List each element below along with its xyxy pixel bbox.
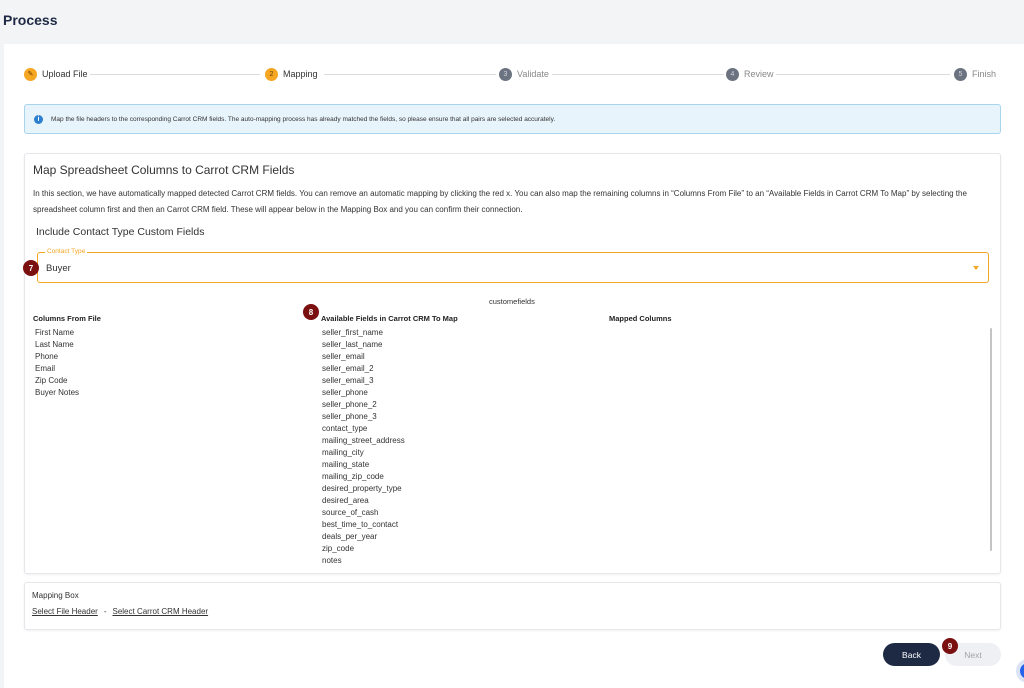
crm-field-item[interactable]: seller_email_2 <box>322 363 405 375</box>
file-column-item[interactable]: Last Name <box>35 339 79 351</box>
columns-from-file-list: First Name Last Name Phone Email Zip Cod… <box>35 327 79 399</box>
fields-scrollbar[interactable] <box>990 328 992 551</box>
crm-field-item[interactable]: deals_per_year <box>322 531 405 543</box>
contact-type-label: Contact Type <box>45 248 88 255</box>
map-columns-card: Map Spreadsheet Columns to Carrot CRM Fi… <box>23 153 1001 574</box>
file-column-item[interactable]: Zip Code <box>35 375 79 387</box>
crm-field-item[interactable]: seller_phone <box>322 387 405 399</box>
step-connector <box>776 74 950 75</box>
crm-field-item[interactable]: mailing_zip_code <box>322 471 405 483</box>
info-banner: i Map the file headers to the correspond… <box>24 104 1001 134</box>
step-number: 5 <box>954 67 967 81</box>
crm-field-item[interactable]: seller_phone_3 <box>322 411 405 423</box>
step-validate[interactable]: 3 Validate <box>499 67 549 81</box>
crm-field-item[interactable]: mailing_city <box>322 447 405 459</box>
info-icon: i <box>34 114 43 124</box>
crm-field-item[interactable]: source_of_cash <box>322 507 405 519</box>
file-column-item[interactable]: Buyer Notes <box>35 387 79 399</box>
crm-field-item[interactable]: contact_type <box>322 423 405 435</box>
crm-field-item[interactable]: desired_property_type <box>322 483 405 495</box>
crm-field-item[interactable]: notes <box>322 555 405 567</box>
step-mapping[interactable]: 2 Mapping <box>265 67 318 81</box>
contact-type-select[interactable]: Contact Type Buyer <box>37 248 989 283</box>
file-column-item[interactable]: First Name <box>35 327 79 339</box>
step-review[interactable]: 4 Review <box>726 67 774 81</box>
mapped-columns-header: Mapped Columns <box>609 314 672 323</box>
step-label: Review <box>744 69 774 79</box>
file-column-item[interactable]: Email <box>35 363 79 375</box>
custom-fields-label: customefields <box>489 297 535 306</box>
step-label: Finish <box>972 69 997 79</box>
crm-field-item[interactable]: best_time_to_contact <box>322 519 405 531</box>
crm-field-item[interactable]: zip_code <box>322 543 405 555</box>
chat-launcher-icon[interactable] <box>1016 659 1024 683</box>
step-connector <box>324 74 496 75</box>
callout-badge-8: 8 <box>303 304 319 320</box>
step-connector <box>552 74 724 75</box>
crm-field-item[interactable]: seller_first_name <box>322 327 405 339</box>
mapping-separator: - <box>103 607 107 616</box>
available-fields-header: Available Fields in Carrot CRM To Map <box>321 314 458 323</box>
select-crm-header-link[interactable]: Select Carrot CRM Header <box>112 607 208 616</box>
step-label: Validate <box>517 69 549 79</box>
section-title: Map Spreadsheet Columns to Carrot CRM Fi… <box>33 163 295 177</box>
step-number: 2 <box>265 67 278 81</box>
file-column-item[interactable]: Phone <box>35 351 79 363</box>
step-number: 4 <box>726 67 739 81</box>
crm-field-item[interactable]: seller_last_name <box>322 339 405 351</box>
back-button[interactable]: Back <box>883 643 940 666</box>
page-title: Process <box>3 12 58 28</box>
contact-type-value: Buyer <box>46 263 71 274</box>
pencil-icon: ✎ <box>24 67 37 81</box>
step-label: Mapping <box>283 69 318 79</box>
step-label: Upload File <box>42 69 88 79</box>
mapping-box: Mapping Box Select File Header - Select … <box>24 582 1001 630</box>
caret-down-icon <box>973 266 979 270</box>
mapping-row: Select File Header - Select Carrot CRM H… <box>32 607 208 616</box>
step-number: 3 <box>499 67 512 81</box>
include-custom-fields-title: Include Contact Type Custom Fields <box>36 226 205 238</box>
select-file-header-link[interactable]: Select File Header <box>32 607 98 616</box>
main-panel: ✎ Upload File 2 Mapping 3 Validate 4 Rev… <box>4 44 1024 688</box>
callout-badge-7: 7 <box>23 260 39 276</box>
crm-field-item[interactable]: mailing_state <box>322 459 405 471</box>
crm-field-item[interactable]: desired_area <box>322 495 405 507</box>
step-connector <box>90 74 260 75</box>
section-description: In this section, we have automatically m… <box>33 189 967 214</box>
crm-field-item[interactable]: mailing_street_address <box>322 435 405 447</box>
step-upload-file[interactable]: ✎ Upload File <box>24 67 88 81</box>
available-fields-list: seller_first_name seller_last_name selle… <box>322 327 405 567</box>
columns-from-file-header: Columns From File <box>33 314 101 323</box>
page-header: Process <box>0 0 1024 44</box>
crm-field-item[interactable]: seller_email <box>322 351 405 363</box>
step-finish[interactable]: 5 Finish <box>954 67 996 81</box>
mapping-box-title: Mapping Box <box>32 591 79 600</box>
callout-badge-9: 9 <box>942 638 958 654</box>
info-text: Map the file headers to the correspondin… <box>51 115 556 123</box>
crm-field-item[interactable]: seller_phone_2 <box>322 399 405 411</box>
crm-field-item[interactable]: seller_email_3 <box>322 375 405 387</box>
